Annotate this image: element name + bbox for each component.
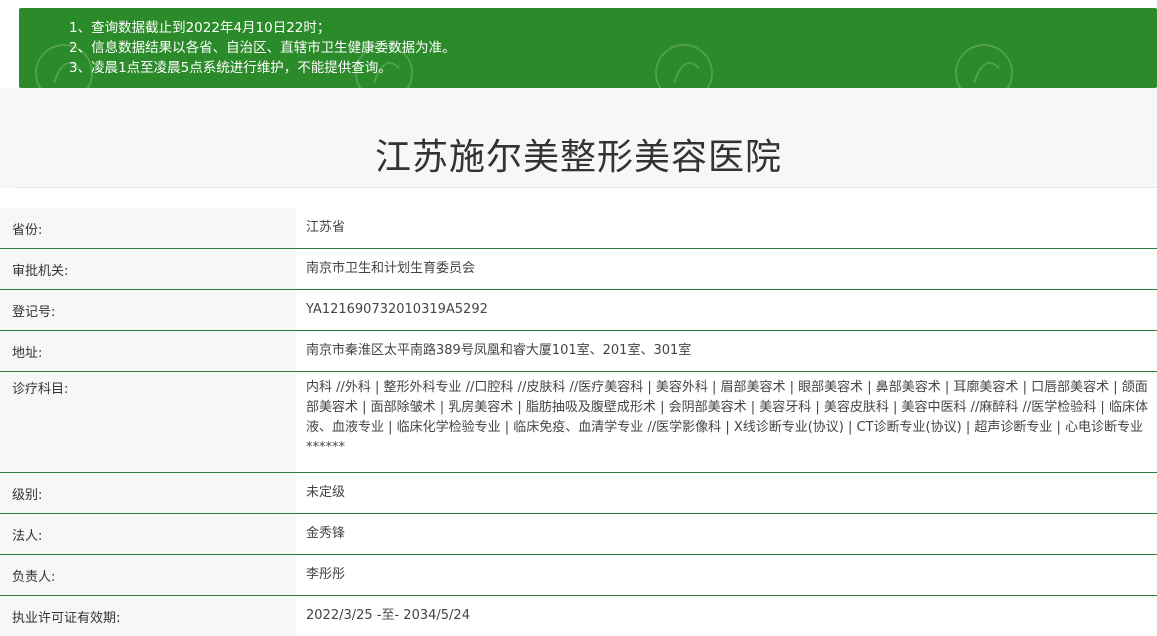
- field-value: YA121690732010319A5292: [296, 290, 1157, 330]
- table-row-registration-number: 登记号: YA121690732010319A5292: [0, 290, 1157, 331]
- hospital-title: 江苏施尔美整形美容医院: [374, 137, 782, 178]
- table-row-departments: 诊疗科目: 内科 //外科 | 整形外科专业 //口腔科 //皮肤科 //医疗美…: [0, 372, 1157, 473]
- table-row-license-validity: 执业许可证有效期: 2022/3/25 -至- 2034/5/24: [0, 596, 1157, 636]
- title-divider: [16, 187, 1157, 188]
- field-label: 省份:: [0, 208, 296, 248]
- notice-line-1: 1、查询数据截止到2022年4月10日22时；: [69, 20, 331, 36]
- table-row-legal-person: 法人: 金秀锋: [0, 514, 1157, 555]
- field-label: 法人:: [0, 514, 296, 554]
- field-label: 审批机关:: [0, 249, 296, 289]
- table-row-province: 省份: 江苏省: [0, 208, 1157, 249]
- field-label: 地址:: [0, 331, 296, 371]
- notice-banner: 1、查询数据截止到2022年4月10日22时； 2、信息数据结果以各省、自治区、…: [19, 8, 1157, 88]
- watermark-logo-icon: [955, 44, 1013, 88]
- info-table: 省份: 江苏省 审批机关: 南京市卫生和计划生育委员会 登记号: YA12169…: [0, 208, 1157, 636]
- field-value: 金秀锋: [296, 514, 1157, 554]
- table-row-approval-authority: 审批机关: 南京市卫生和计划生育委员会: [0, 249, 1157, 290]
- field-label: 负责人:: [0, 555, 296, 595]
- field-value: 李彤彤: [296, 555, 1157, 595]
- field-label: 登记号:: [0, 290, 296, 330]
- field-value: 江苏省: [296, 208, 1157, 248]
- field-label: 级别:: [0, 473, 296, 513]
- watermark-logo-icon: [655, 44, 713, 88]
- field-label: 执业许可证有效期:: [0, 596, 296, 636]
- field-value: 未定级: [296, 473, 1157, 513]
- table-row-address: 地址: 南京市秦淮区太平南路389号凤凰和睿大厦101室、201室、301室: [0, 331, 1157, 372]
- field-value: 2022/3/25 -至- 2034/5/24: [296, 596, 1157, 636]
- field-value: 南京市秦淮区太平南路389号凤凰和睿大厦101室、201室、301室: [296, 331, 1157, 371]
- notice-line-3: 3、凌晨1点至凌晨5点系统进行维护，不能提供查询。: [69, 60, 392, 76]
- field-value: 内科 //外科 | 整形外科专业 //口腔科 //皮肤科 //医疗美容科 | 美…: [296, 372, 1157, 472]
- field-value: 南京市卫生和计划生育委员会: [296, 249, 1157, 289]
- table-row-person-in-charge: 负责人: 李彤彤: [0, 555, 1157, 596]
- notice-line-2: 2、信息数据结果以各省、自治区、直辖市卫生健康委数据为准。: [69, 40, 456, 56]
- field-label: 诊疗科目:: [0, 372, 296, 472]
- table-row-level: 级别: 未定级: [0, 473, 1157, 514]
